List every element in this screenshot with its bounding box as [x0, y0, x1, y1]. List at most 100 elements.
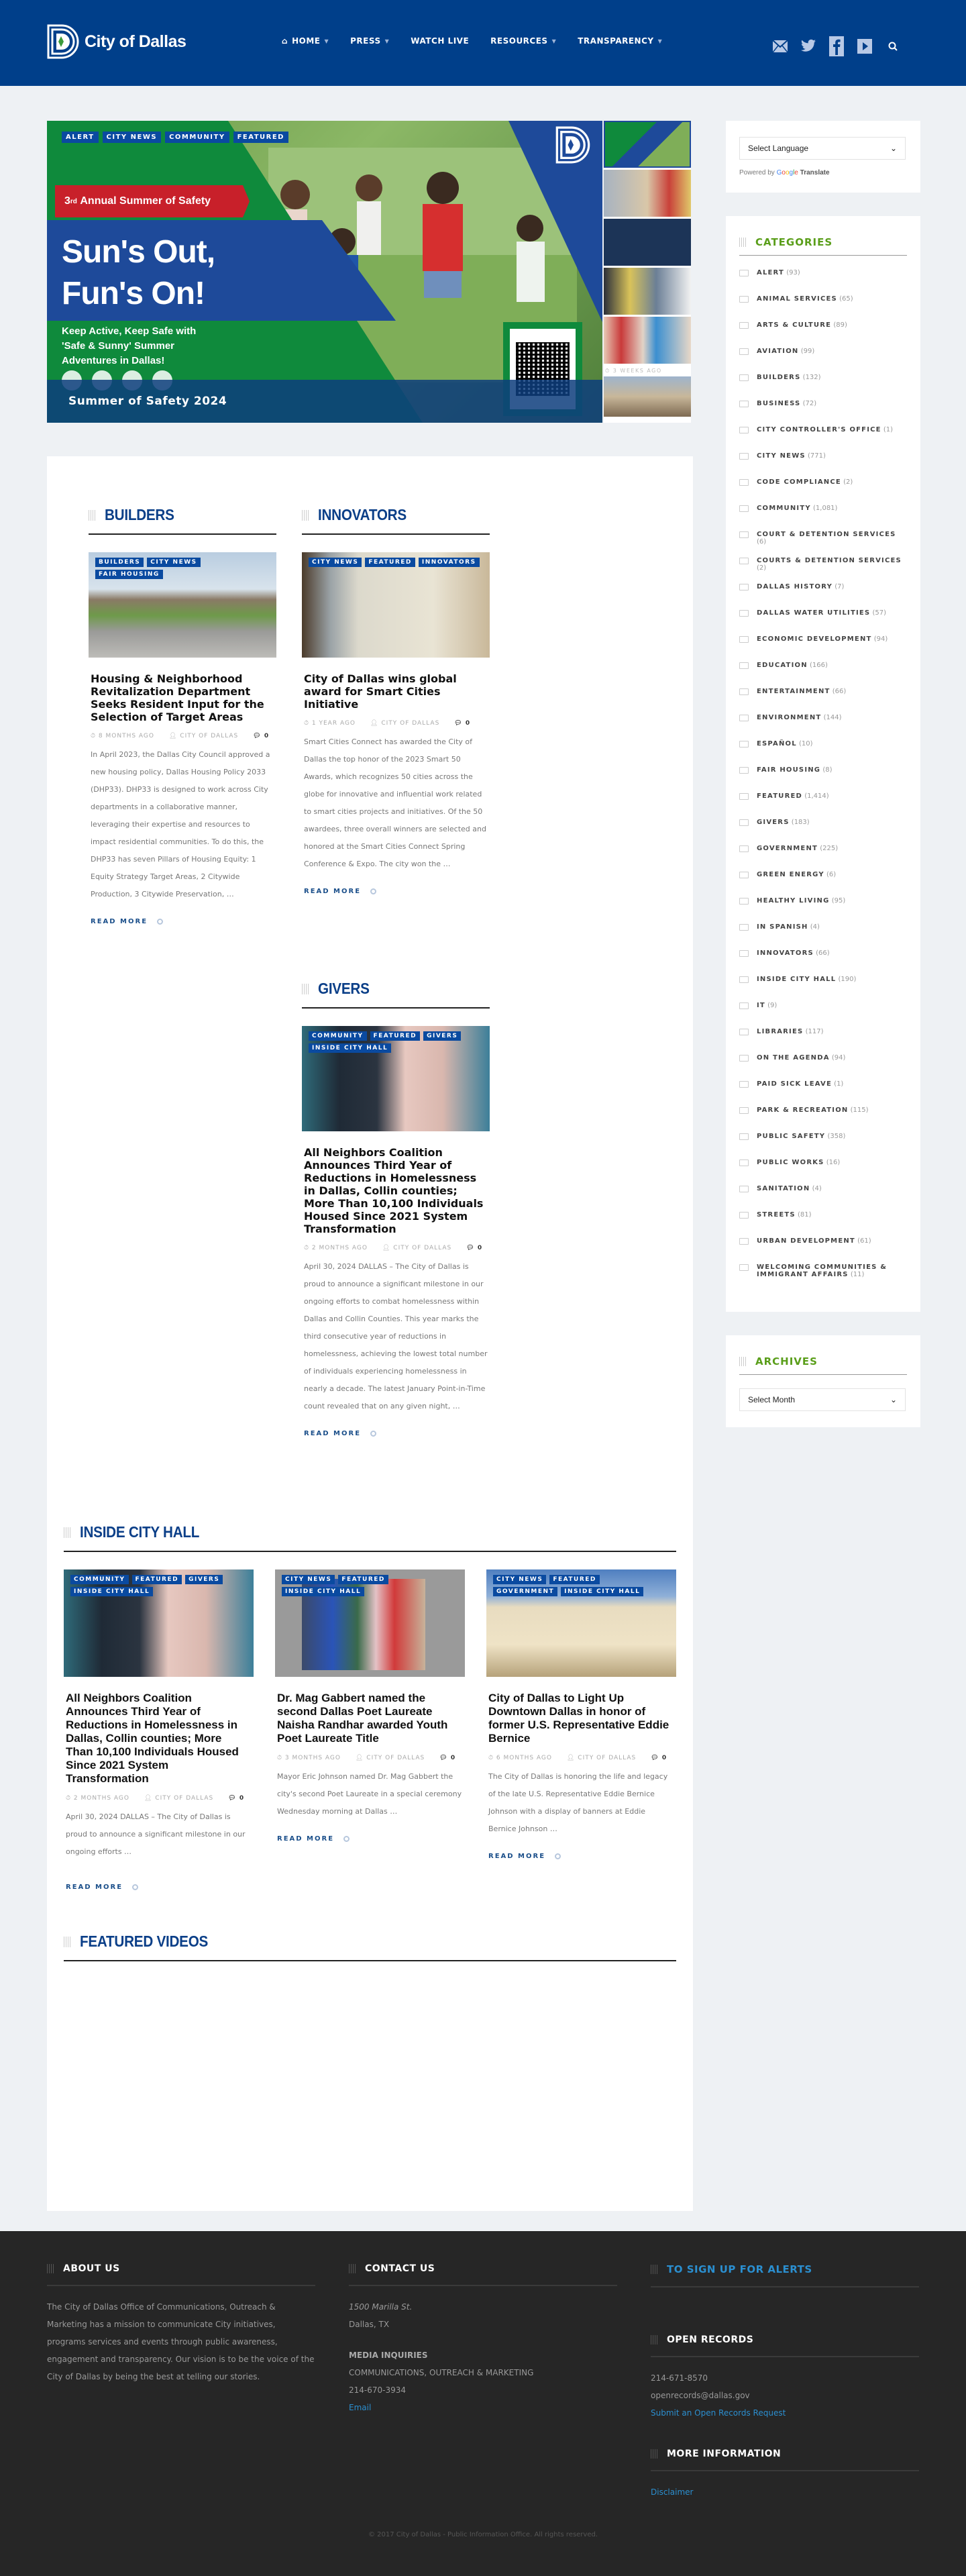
post-comments[interactable]: 💬︎ 0	[439, 1755, 455, 1761]
tag-city-news[interactable]: CITY NEWS	[102, 132, 162, 143]
category-item[interactable]: LIBRARIES (117)	[739, 1023, 907, 1049]
nav-home[interactable]: ⌂ HOME ▼	[282, 36, 329, 46]
twitter-icon[interactable]	[800, 38, 817, 55]
tag-featured[interactable]: FEATURED	[233, 132, 288, 143]
category-item[interactable]: COURTS & DETENTION SERVICES (2)	[739, 552, 907, 578]
read-more-link[interactable]: READ MORE	[302, 888, 490, 895]
youtube-icon[interactable]	[856, 38, 873, 55]
category-item[interactable]: GREEN ENERGY (6)	[739, 866, 907, 892]
post-thumbnail[interactable]: COMMUNITY FEATURED GIVERS INSIDE CITY HA…	[64, 1569, 254, 1677]
post-comments[interactable]: 💬︎ 0	[253, 733, 269, 739]
tag-city-news[interactable]: CITY NEWS	[493, 1575, 547, 1584]
category-item[interactable]: ALERT (93)	[739, 264, 907, 290]
category-item[interactable]: STREETS (81)	[739, 1206, 907, 1232]
read-more-link[interactable]: READ MORE	[64, 1884, 254, 1891]
disclaimer-link[interactable]: Disclaimer	[651, 2483, 919, 2501]
read-more-link[interactable]: READ MORE	[486, 1853, 676, 1860]
nav-watch-live[interactable]: WATCH LIVE	[411, 36, 469, 46]
thumbnail-event[interactable]	[604, 268, 691, 315]
tag-city-news[interactable]: CITY NEWS	[309, 558, 362, 567]
post-comments[interactable]: 💬︎ 0	[651, 1755, 667, 1761]
category-item[interactable]: CITY CONTROLLER'S OFFICE (1)	[739, 421, 907, 447]
tag-inside-city-hall[interactable]: INSIDE CITY HALL	[282, 1587, 365, 1596]
tag-inside-city-hall[interactable]: INSIDE CITY HALL	[70, 1587, 154, 1596]
category-item[interactable]: ENVIRONMENT (144)	[739, 709, 907, 735]
post-title[interactable]: City of Dallas wins global award for Sma…	[302, 672, 490, 711]
category-item[interactable]: PUBLIC WORKS (16)	[739, 1153, 907, 1180]
tag-inside-city-hall[interactable]: INSIDE CITY HALL	[561, 1587, 644, 1596]
category-item[interactable]: INSIDE CITY HALL (190)	[739, 970, 907, 996]
read-more-link[interactable]: READ MORE	[275, 1835, 465, 1843]
category-item[interactable]: ESPAÑOL (10)	[739, 735, 907, 761]
post-author[interactable]: 👤︎ CITY OF DALLAS	[382, 1245, 451, 1251]
category-item[interactable]: URBAN DEVELOPMENT (61)	[739, 1232, 907, 1258]
category-item[interactable]: EDUCATION (166)	[739, 656, 907, 682]
open-records-request-link[interactable]: Submit an Open Records Request	[651, 2404, 919, 2422]
category-item[interactable]: INNOVATORS (66)	[739, 944, 907, 970]
hero-caption[interactable]: Summer of Safety 2024	[47, 380, 602, 423]
category-item[interactable]: CITY NEWS (771)	[739, 447, 907, 473]
language-select[interactable]: Select Language ⌄	[739, 137, 906, 160]
post-thumbnail[interactable]: COMMUNITY FEATURED GIVERS INSIDE CITY HA…	[302, 1026, 490, 1131]
tag-featured[interactable]: FEATURED	[549, 1575, 600, 1584]
category-item[interactable]: ENTERTAINMENT (66)	[739, 682, 907, 709]
thumbnail-gallery[interactable]	[604, 317, 691, 364]
post-comments[interactable]: 💬︎ 0	[228, 1795, 244, 1802]
post-title[interactable]: Dr. Mag Gabbert named the second Dallas …	[275, 1692, 465, 1745]
hero-slide[interactable]: ALERT CITY NEWS COMMUNITY FEATURED 3rd A…	[47, 121, 602, 423]
post-author[interactable]: 👤︎ CITY OF DALLAS	[370, 720, 439, 727]
read-more-link[interactable]: READ MORE	[302, 1430, 490, 1437]
tag-builders[interactable]: BUILDERS	[95, 558, 144, 567]
category-item[interactable]: ANIMAL SERVICES (65)	[739, 290, 907, 316]
tag-government[interactable]: GOVERNMENT	[493, 1587, 558, 1596]
tag-featured[interactable]: FEATURED	[131, 1575, 182, 1584]
post-comments[interactable]: 💬︎ 0	[454, 720, 470, 727]
category-item[interactable]: IT (9)	[739, 996, 907, 1023]
tag-alert[interactable]: ALERT	[62, 132, 99, 143]
tag-community[interactable]: COMMUNITY	[309, 1031, 367, 1041]
post-comments[interactable]: 💬︎ 0	[466, 1245, 482, 1251]
category-item[interactable]: GOVERNMENT (225)	[739, 839, 907, 866]
tag-city-news[interactable]: CITY NEWS	[147, 558, 201, 567]
site-logo[interactable]: City of Dallas	[47, 24, 186, 59]
category-item[interactable]: AVIATION (99)	[739, 342, 907, 368]
post-thumbnail[interactable]: CITY NEWS FEATURED INNOVATORS	[302, 552, 490, 658]
tag-city-news[interactable]: CITY NEWS	[282, 1575, 335, 1584]
post-author[interactable]: 👤︎ CITY OF DALLAS	[169, 733, 238, 739]
tag-inside-city-hall[interactable]: INSIDE CITY HALL	[309, 1043, 392, 1053]
post-title[interactable]: City of Dallas to Light Up Downtown Dall…	[486, 1692, 676, 1745]
category-item[interactable]: BUSINESS (72)	[739, 395, 907, 421]
email-icon[interactable]	[771, 38, 789, 55]
media-email-link[interactable]: Email	[349, 2399, 617, 2416]
post-thumbnail[interactable]: CITY NEWS FEATURED INSIDE CITY HALL	[275, 1569, 465, 1677]
nav-resources[interactable]: RESOURCES ▼	[490, 36, 556, 46]
thumbnail-public-announcement[interactable]	[604, 219, 691, 266]
thumbnail-supplies[interactable]	[604, 170, 691, 217]
category-item[interactable]: BUILDERS (132)	[739, 368, 907, 395]
category-item[interactable]: DALLAS HISTORY (7)	[739, 578, 907, 604]
post-author[interactable]: 👤︎ CITY OF DALLAS	[567, 1755, 636, 1761]
tag-fair-housing[interactable]: FAIR HOUSING	[95, 570, 163, 579]
read-more-link[interactable]: READ MORE	[89, 918, 276, 925]
sign-up-alerts-link[interactable]: TO SIGN UP FOR ALERTS	[667, 2263, 812, 2275]
category-item[interactable]: PUBLIC SAFETY (358)	[739, 1127, 907, 1153]
search-icon[interactable]	[884, 38, 902, 55]
tag-innovators[interactable]: INNOVATORS	[418, 558, 480, 567]
tag-featured[interactable]: FEATURED	[365, 558, 415, 567]
post-title[interactable]: All Neighbors Coalition Announces Third …	[64, 1692, 254, 1786]
category-item[interactable]: HEALTHY LIVING (95)	[739, 892, 907, 918]
post-thumbnail[interactable]: BUILDERS CITY NEWS FAIR HOUSING	[89, 552, 276, 658]
category-item[interactable]: FEATURED (1,414)	[739, 787, 907, 813]
thumbnail-construction[interactable]	[604, 376, 691, 417]
category-item[interactable]: ARTS & CULTURE (89)	[739, 316, 907, 342]
post-author[interactable]: 👤︎ CITY OF DALLAS	[356, 1755, 425, 1761]
category-item[interactable]: PARK & RECREATION (115)	[739, 1101, 907, 1127]
post-title[interactable]: All Neighbors Coalition Announces Third …	[302, 1146, 490, 1235]
category-item[interactable]: CODE COMPLIANCE (2)	[739, 473, 907, 499]
post-title[interactable]: Housing & Neighborhood Revitalization De…	[89, 672, 276, 723]
category-item[interactable]: ECONOMIC DEVELOPMENT (94)	[739, 630, 907, 656]
category-item[interactable]: PAID SICK LEAVE (1)	[739, 1075, 907, 1101]
post-author[interactable]: 👤︎ CITY OF DALLAS	[144, 1795, 213, 1802]
category-item[interactable]: IN SPANISH (4)	[739, 918, 907, 944]
category-item[interactable]: WELCOMING COMMUNITIES & IMMIGRANT AFFAIR…	[739, 1258, 907, 1296]
